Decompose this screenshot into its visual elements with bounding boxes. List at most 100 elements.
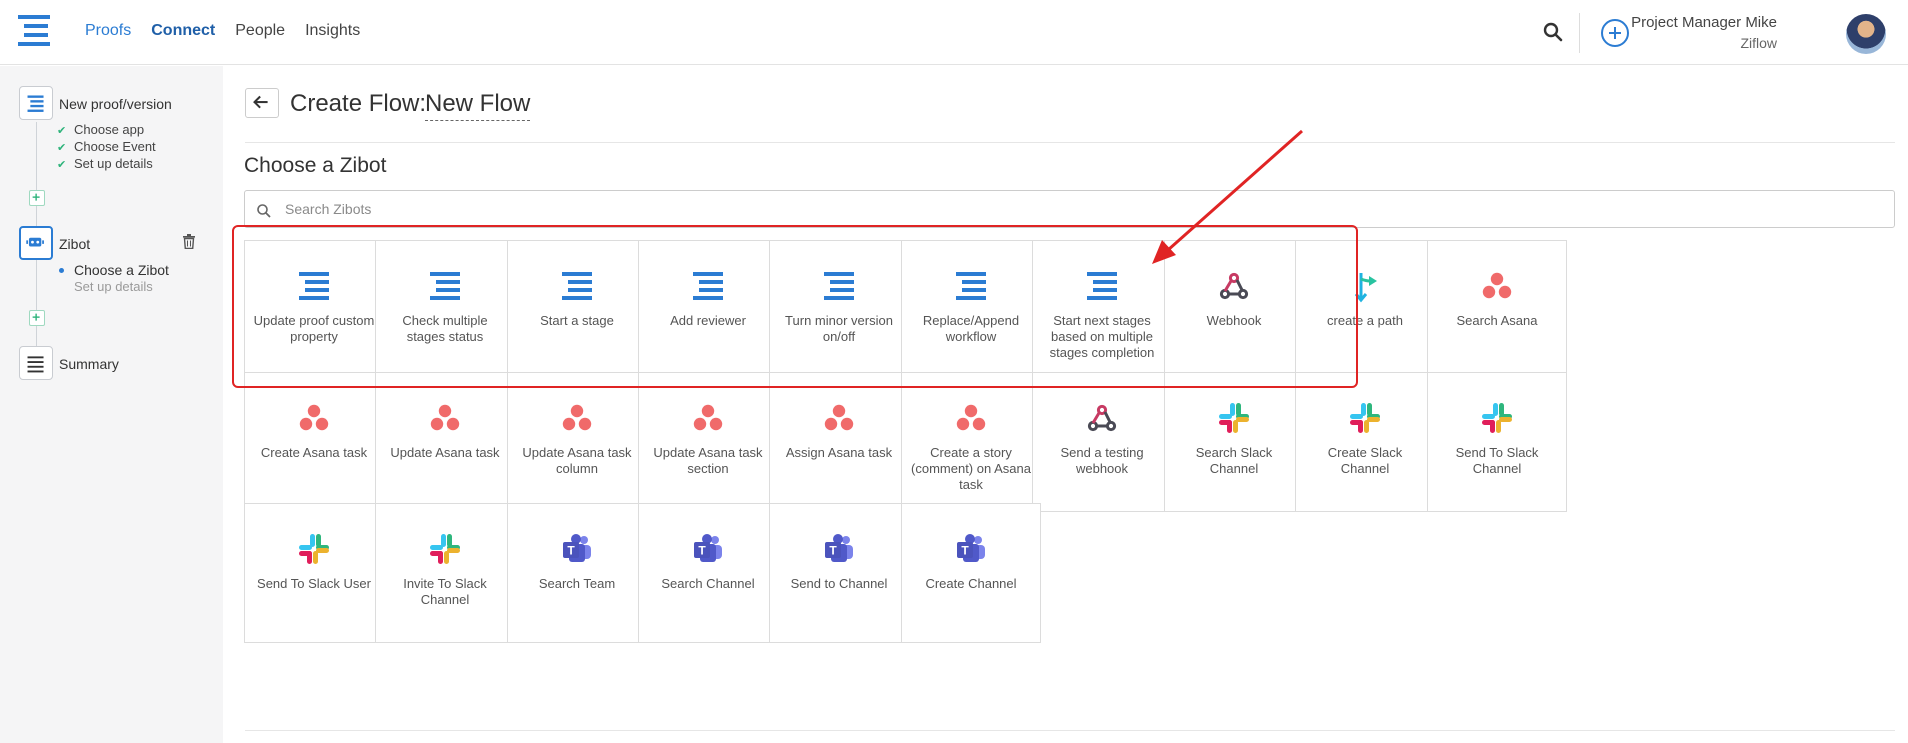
webhook-icon	[1217, 269, 1251, 303]
substep-choose-zibot[interactable]: Choose a Zibot	[74, 262, 169, 278]
teams-icon: T	[691, 532, 725, 566]
zibot-card[interactable]: Update Asana task column	[507, 372, 647, 512]
step-title-zibot[interactable]: Zibot	[59, 236, 90, 252]
zibot-card-label: Update Asana task column	[522, 445, 632, 476]
zibot-card-label: Send to Channel	[790, 576, 888, 591]
zibot-card[interactable]: Start a stage	[507, 240, 647, 380]
zibot-card[interactable]: Webhook	[1164, 240, 1304, 380]
main-content: Create Flow: New Flow Choose a Zibot Upd…	[224, 66, 1908, 743]
zibot-card[interactable]: Send To Slack Channel	[1427, 372, 1567, 512]
zibot-card-label: Search Slack Channel	[1195, 445, 1273, 476]
search-input[interactable]	[285, 199, 1865, 219]
divider	[245, 730, 1895, 731]
zibot-card[interactable]: Turn minor version on/off	[769, 240, 909, 380]
check-icon: ✔	[57, 125, 67, 137]
zibot-card-label: Update Asana task	[390, 445, 500, 460]
summary-step-icon[interactable]	[19, 346, 53, 380]
ziflow-logo-icon[interactable]	[18, 14, 52, 48]
zibot-card-label: create a path	[1327, 313, 1403, 328]
arrow-left-icon	[253, 95, 268, 109]
teams-icon: T	[822, 532, 856, 566]
flow-name-editable[interactable]: New Flow	[425, 90, 531, 121]
zibot-card-label: Create a story (comment) on Asana task	[911, 445, 1031, 492]
add-circle-icon[interactable]	[1600, 18, 1630, 48]
zibot-card-label: Create Slack Channel	[1327, 445, 1403, 476]
zibot-card[interactable]: T Create Channel	[901, 503, 1041, 643]
step-title-summary[interactable]: Summary	[59, 356, 119, 372]
add-step-button[interactable]	[29, 190, 45, 206]
zibot-card-label: Search Team	[538, 576, 616, 591]
slack-icon	[428, 532, 462, 566]
ziflow-icon	[428, 269, 462, 303]
divider	[245, 142, 1895, 143]
zibot-card-label: Webhook	[1206, 313, 1262, 328]
zibot-card[interactable]: Check multiple stages status	[375, 240, 515, 380]
nav-connect[interactable]: Connect	[151, 22, 215, 40]
zibot-card[interactable]: T Search Team	[507, 503, 647, 643]
zibot-card[interactable]: Start next stages based on multiple stag…	[1032, 240, 1172, 380]
flow-steps-sidebar: New proof/version ✔ Choose app ✔ Choose …	[0, 66, 223, 743]
zibot-card-label: Start next stages based on multiple stag…	[1049, 313, 1155, 360]
ziflow-icon	[297, 269, 331, 303]
zibot-card[interactable]: Update Asana task	[375, 372, 515, 512]
zibot-card[interactable]: Replace/Append workflow	[901, 240, 1041, 380]
zibot-card[interactable]: Create a story (comment) on Asana task	[901, 372, 1041, 512]
slack-icon	[1480, 401, 1514, 435]
slack-icon	[1348, 401, 1382, 435]
zibot-card[interactable]: Update Asana task section	[638, 372, 778, 512]
zibot-card[interactable]: Update proof custom property	[244, 240, 384, 380]
zibot-card-label: Add reviewer	[670, 313, 746, 328]
trash-icon[interactable]	[182, 234, 196, 249]
search-icon	[257, 204, 271, 218]
zibot-card-label: Update Asana task section	[653, 445, 763, 476]
webhook-icon	[1085, 401, 1119, 435]
zibot-card[interactable]: Send To Slack User	[244, 503, 384, 643]
zibot-card[interactable]: Create Slack Channel	[1295, 372, 1435, 512]
ziflow-icon	[691, 269, 725, 303]
zibot-card-label: Invite To Slack Channel	[403, 576, 487, 607]
substep-set-up-details-pending: Set up details	[74, 279, 153, 294]
user-name: Project Manager Mike	[1631, 14, 1777, 31]
zibot-card-label: Send a testing webhook	[1060, 445, 1144, 476]
svg-text:T: T	[829, 544, 837, 558]
zibot-card[interactable]: Add reviewer	[638, 240, 778, 380]
zibot-card-label: Replace/Append workflow	[922, 313, 1020, 344]
zibot-card[interactable]: Search Asana	[1427, 240, 1567, 380]
substep-set-up-details[interactable]: Set up details	[74, 156, 153, 171]
top-bar: Proofs Connect People Insights Project M…	[0, 0, 1908, 65]
slack-icon	[297, 532, 331, 566]
svg-text:T: T	[567, 544, 575, 558]
zibot-card[interactable]: Send a testing webhook	[1032, 372, 1172, 512]
asana-icon	[822, 401, 856, 435]
search-icon[interactable]	[1541, 20, 1565, 44]
zibot-card[interactable]: Create Asana task	[244, 372, 384, 512]
path-icon	[1348, 269, 1382, 303]
zibot-card-label: Send To Slack Channel	[1455, 445, 1539, 476]
proof-step-icon[interactable]	[19, 86, 53, 120]
zibot-card[interactable]: Search Slack Channel	[1164, 372, 1304, 512]
nav-people[interactable]: People	[235, 22, 285, 40]
zibot-card[interactable]: create a path	[1295, 240, 1435, 380]
zibot-card[interactable]: Invite To Slack Channel	[375, 503, 515, 643]
zibot-step-icon[interactable]	[19, 226, 53, 260]
add-step-button[interactable]	[29, 310, 45, 326]
asana-icon	[297, 401, 331, 435]
avatar[interactable]	[1846, 14, 1886, 54]
nav-proofs[interactable]: Proofs	[85, 22, 131, 40]
asana-icon	[560, 401, 594, 435]
page-title: Create Flow:	[290, 90, 427, 117]
back-button[interactable]	[245, 88, 279, 118]
zibot-card[interactable]: T Send to Channel	[769, 503, 909, 643]
asana-icon	[428, 401, 462, 435]
current-substep-dot	[59, 268, 64, 273]
zibot-card[interactable]: T Search Channel	[638, 503, 778, 643]
substep-choose-event[interactable]: Choose Event	[74, 139, 156, 154]
nav-insights[interactable]: Insights	[305, 22, 360, 40]
substep-choose-app[interactable]: Choose app	[74, 122, 144, 137]
ziflow-icon	[560, 269, 594, 303]
step-title-new-proof[interactable]: New proof/version	[59, 96, 172, 112]
slack-icon	[1217, 401, 1251, 435]
zibot-card[interactable]: Assign Asana task	[769, 372, 909, 512]
svg-text:T: T	[961, 544, 969, 558]
zibot-card-label: Search Channel	[661, 576, 755, 591]
